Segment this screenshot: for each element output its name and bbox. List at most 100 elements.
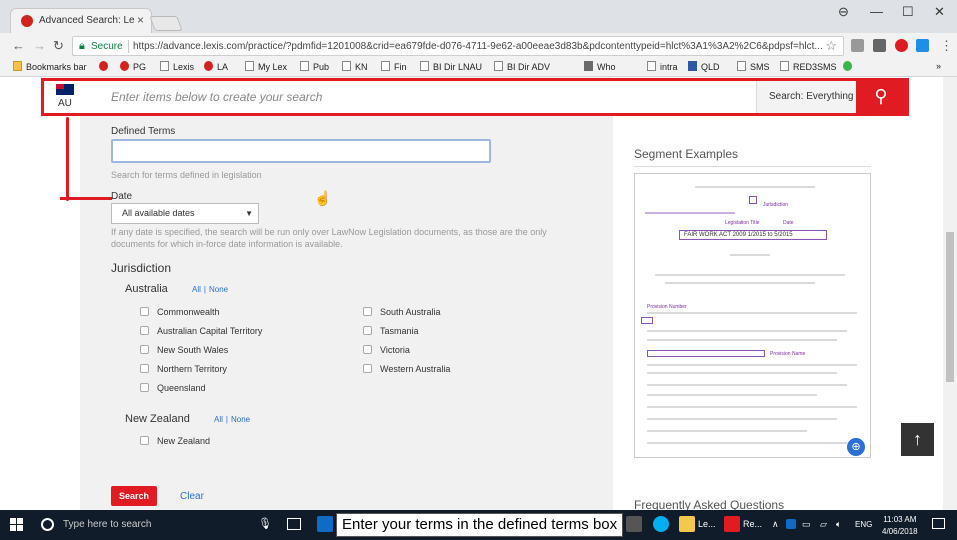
jurisdiction-selector[interactable]: AU (58, 98, 72, 109)
chrome-menu-icon[interactable]: ⋮ (940, 38, 953, 54)
notification-center-icon[interactable] (932, 518, 945, 529)
lexis-app-icon[interactable] (724, 516, 740, 532)
bookmark-chrome[interactable] (843, 61, 856, 72)
bookmark-star-icon[interactable]: ☆ (825, 38, 837, 54)
task-view-icon[interactable] (287, 518, 301, 530)
new-zealand-group-title: New Zealand (125, 413, 190, 425)
bookmark-pub[interactable]: Pub (300, 61, 329, 72)
australia-flag-icon[interactable] (56, 84, 74, 95)
maximize-button[interactable]: ☐ (902, 4, 914, 20)
bookmark-kn[interactable]: KN (342, 61, 368, 72)
bookmark-my-lex[interactable]: My Lex (245, 61, 287, 72)
profile-icon[interactable]: ⊖ (838, 4, 849, 20)
opera-icon[interactable] (895, 39, 908, 52)
date-label: Date (111, 191, 133, 202)
tray-chevron-icon[interactable]: ∧ (772, 519, 779, 530)
checkbox-nt[interactable]: Northern Territory (140, 364, 227, 374)
tray-outlook-icon[interactable] (786, 519, 796, 529)
tray-volume-icon[interactable]: 🔈︎ (836, 519, 841, 530)
bookmark-who[interactable]: Who (584, 61, 616, 72)
back-icon[interactable]: ← (12, 38, 25, 53)
file-explorer-icon[interactable] (679, 516, 695, 532)
date-dropdown[interactable]: All available dates ▼ (111, 203, 259, 224)
checkbox-wa[interactable]: Western Australia (363, 364, 450, 374)
checkbox-tas[interactable]: Tasmania (363, 326, 419, 336)
extension-icon[interactable] (873, 39, 886, 52)
checkbox-label: Australian Capital Territory (157, 326, 263, 336)
checkbox-qld[interactable]: Queensland (140, 383, 206, 393)
bookmark-bi-dir-lnau[interactable]: BI Dir LNAU (420, 61, 482, 72)
defined-terms-input[interactable] (111, 139, 491, 163)
checkbox-label: Northern Territory (157, 364, 227, 374)
checkbox-box[interactable] (363, 307, 372, 316)
new-zealand-select-all-link[interactable]: All (214, 415, 223, 424)
doc-line (647, 312, 857, 314)
taskbar-clock[interactable]: 11:03 AM 4/06/2018 (882, 514, 918, 538)
taskbar-app-label[interactable]: Le... (698, 519, 716, 529)
checkbox-commonwealth[interactable]: Commonwealth (140, 307, 220, 317)
checkbox-vic[interactable]: Victoria (363, 345, 410, 355)
bookmarks-apps[interactable]: Bookmarks bar (13, 61, 87, 72)
scrollbar-thumb[interactable] (946, 232, 954, 382)
extension-icon[interactable] (851, 39, 864, 52)
checkbox-box[interactable] (140, 345, 149, 354)
checkbox-box[interactable] (140, 326, 149, 335)
checkbox-act[interactable]: Australian Capital Territory (140, 326, 262, 336)
australia-select-none-link[interactable]: None (209, 285, 228, 294)
bookmark-la[interactable]: LA (204, 61, 228, 72)
checkbox-nsw[interactable]: New South Wales (140, 345, 228, 355)
checkbox-box[interactable] (363, 364, 372, 373)
tab-close-icon[interactable]: × (137, 13, 144, 27)
secure-label: Secure (91, 41, 123, 52)
url-bar[interactable]: 🔒︎ Secure https://advance.lexis.com/prac… (72, 36, 844, 56)
browser-tab[interactable]: Advanced Search: Legisla × (10, 8, 152, 33)
checkbox-new-zealand[interactable]: New Zealand (140, 436, 210, 446)
bookmark-lexis[interactable]: Lexis (160, 61, 194, 72)
close-window-button[interactable]: ✕ (934, 4, 945, 20)
microphone-icon[interactable]: 🎙︎ (258, 517, 272, 530)
windows-extension-icon[interactable] (916, 39, 929, 52)
main-search-input[interactable] (99, 81, 754, 113)
clear-link[interactable]: Clear (180, 491, 204, 502)
bookmark-sms[interactable]: SMS (737, 61, 770, 72)
bookmark-bi-dir-adv[interactable]: BI Dir ADV (494, 61, 550, 72)
forward-icon[interactable]: → (33, 38, 46, 53)
checkbox-box[interactable] (140, 364, 149, 373)
skype-icon[interactable] (653, 516, 669, 532)
checkbox-box[interactable] (140, 436, 149, 445)
bookmark-fin[interactable]: Fin (381, 61, 407, 72)
back-to-top-button[interactable]: ↑ (901, 423, 934, 456)
search-scope-dropdown[interactable]: Search: Everything (756, 81, 856, 113)
doc-marker (641, 317, 653, 324)
cortana-icon[interactable] (41, 518, 54, 531)
bookmark-pg[interactable]: PG (120, 61, 146, 72)
tray-network-icon[interactable]: ▭ (802, 519, 811, 530)
bookmarks-overflow-icon[interactable]: » (936, 61, 941, 71)
search-button[interactable]: Search (111, 486, 157, 506)
reload-icon[interactable]: ↻ (53, 38, 64, 54)
new-zealand-select-none-link[interactable]: None (231, 415, 250, 424)
new-tab-button[interactable] (149, 16, 183, 31)
bookmark-red3sms[interactable]: RED3SMS (780, 61, 837, 72)
bookmark-qld[interactable]: QLD (688, 61, 720, 72)
australia-select-all-link[interactable]: All (192, 285, 201, 294)
bookmark-intra[interactable]: intra (647, 61, 678, 72)
bookmark-apple[interactable] (99, 61, 112, 72)
checkbox-box[interactable] (363, 345, 372, 354)
calculator-icon[interactable] (626, 516, 642, 532)
language-indicator[interactable]: ENG (855, 520, 872, 529)
taskbar-app-label[interactable]: Re... (743, 519, 762, 529)
outlook-icon[interactable] (317, 516, 333, 532)
checkbox-box[interactable] (140, 383, 149, 392)
minimize-button[interactable]: — (870, 4, 883, 19)
segment-example-image[interactable]: Jurisdiction Legislation Title Date FAIR… (634, 173, 871, 458)
search-submit-button[interactable]: ⚲ (856, 81, 906, 113)
url-text: https://advance.lexis.com/practice/?pdmf… (133, 41, 823, 52)
windows-start-button[interactable] (10, 518, 24, 532)
checkbox-sa[interactable]: South Australia (363, 307, 441, 317)
taskbar-search-box[interactable]: Type here to search (63, 519, 151, 530)
tray-wifi-icon[interactable]: ▱ (820, 519, 827, 530)
checkbox-box[interactable] (363, 326, 372, 335)
checkbox-box[interactable] (140, 307, 149, 316)
zoom-in-icon[interactable]: ⊕ (847, 438, 865, 456)
